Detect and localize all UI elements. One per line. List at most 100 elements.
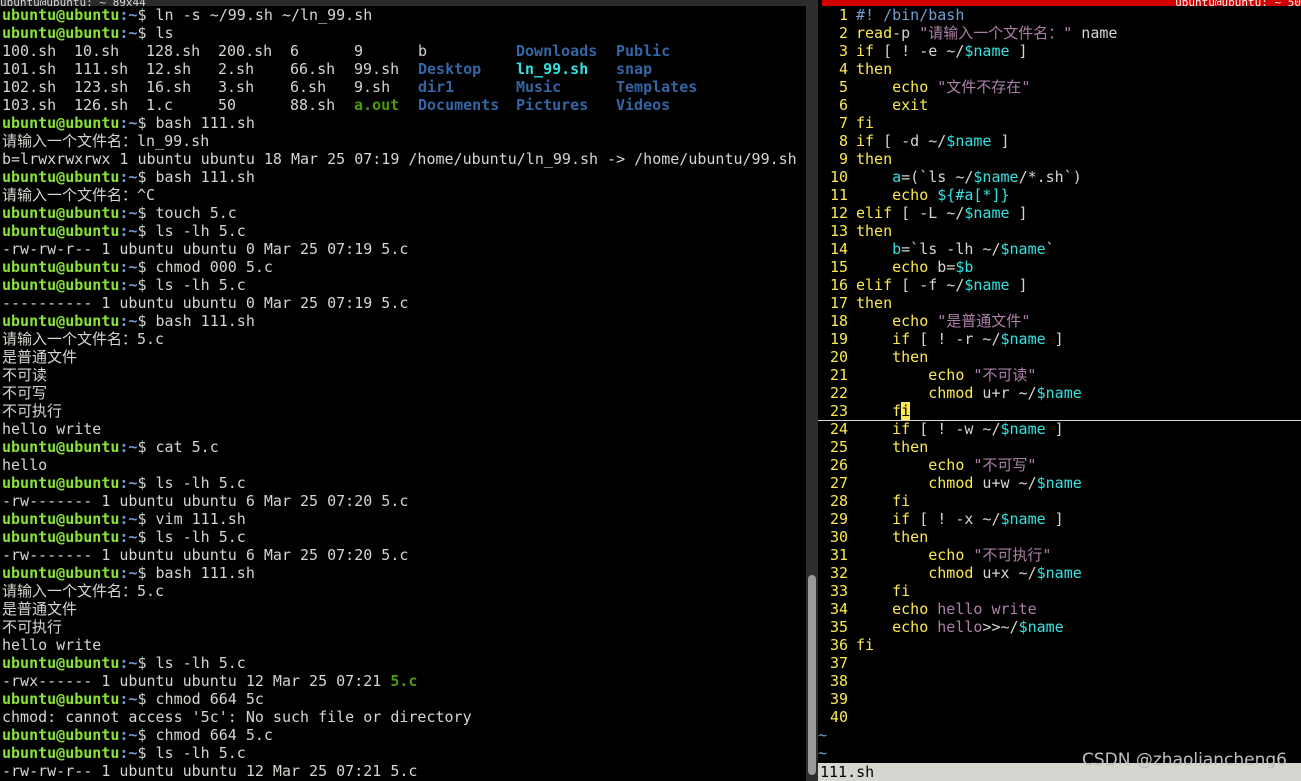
prompt-user: ubuntu@ubuntu: [2, 114, 120, 132]
prompt-user: ubuntu@ubuntu: [2, 744, 120, 762]
command-text: $ chmod 664 5.c: [137, 726, 273, 744]
code-token: echo: [892, 618, 929, 636]
line-number: 7: [838, 114, 848, 132]
vim-editor[interactable]: 1 #! /bin/bash 2 read-p "请输入一个文件名：" name 3 if…: [818, 6, 1301, 781]
command-text: $ ls: [137, 24, 174, 42]
terminal-line: 101.sh 111.sh 12.sh 2.sh 66.sh 99.sh Desktop ln…: [2, 60, 806, 78]
code-text: echo "是普通文件": [848, 312, 1030, 330]
line-number: 36: [829, 636, 848, 654]
code-text: if [ ! -w ~/$name ]: [848, 420, 1064, 438]
ls-entry: Desktop: [418, 60, 482, 78]
command-text: $ vim 111.sh: [137, 510, 246, 528]
code-token: $name: [964, 204, 1010, 222]
prompt-user: ubuntu@ubuntu: [2, 222, 120, 240]
code-token: echo: [892, 186, 929, 204]
code-token: "请输入一个文件名：": [919, 24, 1073, 42]
ls-entry: 200.sh: [218, 42, 273, 60]
code-token: $name: [1036, 474, 1082, 492]
line-number: 33: [829, 582, 848, 600]
ls-entry: 2.sh: [218, 60, 255, 78]
code-token: [ -d ~/: [874, 132, 947, 150]
line-number: 29: [829, 510, 848, 528]
code-text: fi: [848, 492, 910, 510]
code-text: elif [ -f ~/$name ]: [848, 276, 1028, 294]
left-terminal[interactable]: ubuntu@ubuntu:~$ ln -s ~/99.sh ~/ln_99.s…: [0, 6, 806, 781]
line-number: 5: [838, 78, 848, 96]
terminal-line: 不可读: [2, 366, 806, 384]
ls-entry: 9: [354, 42, 364, 60]
terminal-line: ubuntu@ubuntu:~$ chmod 664 5.c: [2, 726, 806, 744]
command-text: $ bash 111.sh: [137, 168, 255, 186]
code-token: hello: [937, 618, 983, 636]
code-token: [ ! -r ~/: [910, 330, 1001, 348]
code-token: echo: [928, 456, 965, 474]
code-line: 39: [818, 690, 1301, 708]
code-token: exit: [892, 96, 929, 114]
line-number: 37: [829, 654, 848, 672]
line-number: 20: [829, 348, 848, 366]
code-token: a: [892, 168, 902, 186]
ls-entry: 103.sh: [2, 96, 57, 114]
code-line: 8 if [ -d ~/$name ]: [818, 132, 1301, 150]
prompt-path: :~: [119, 690, 138, 708]
line-number: 21: [829, 366, 848, 384]
code-line: 29 if [ ! -x ~/$name ]: [818, 510, 1301, 528]
line-number: 13: [829, 222, 848, 240]
output-text: 是普通文件: [2, 600, 78, 618]
code-text: echo ${#a[*]}: [848, 186, 1009, 204]
code-token: ]: [1009, 276, 1028, 294]
line-number: 17: [829, 294, 848, 312]
code-line: 12 elif [ -L ~/$name ]: [818, 204, 1301, 222]
code-token: if: [892, 510, 911, 528]
code-token: b: [892, 240, 902, 258]
terminal-line: ubuntu@ubuntu:~$ ls: [2, 24, 806, 42]
line-number: 27: [829, 474, 848, 492]
output-text: ---------- 1 ubuntu ubuntu 0 Mar 25 07:1…: [2, 294, 409, 312]
code-line: 7 fi: [818, 114, 1301, 132]
prompt-path: :~: [119, 510, 138, 528]
line-number: 25: [829, 438, 848, 456]
line-number: 1: [838, 6, 848, 24]
prompt-path: :~: [119, 258, 138, 276]
terminal-line: -rw------- 1 ubuntu ubuntu 6 Mar 25 07:2…: [2, 546, 806, 564]
code-text: then: [848, 528, 928, 546]
terminal-line: ubuntu@ubuntu:~$ chmod 000 5.c: [2, 258, 806, 276]
scrollbar-thumb[interactable]: [808, 575, 816, 775]
code-text: chmod u+w ~/$name: [848, 474, 1082, 492]
code-text: if [ ! -r ~/$name ]: [848, 330, 1064, 348]
line-number: 9: [838, 150, 848, 168]
prompt-user: ubuntu@ubuntu: [2, 6, 120, 24]
prompt-user: ubuntu@ubuntu: [2, 168, 120, 186]
output-text: hello write: [2, 420, 102, 438]
line-number: 24: [829, 420, 848, 438]
command-text: $ bash 111.sh: [137, 312, 255, 330]
code-line: 27 chmod u+w ~/$name: [818, 474, 1301, 492]
code-token: if: [856, 132, 875, 150]
command-text: $ ls -lh 5.c: [137, 474, 246, 492]
code-line: 13 then: [818, 222, 1301, 240]
terminal-line: 不可执行: [2, 402, 806, 420]
code-token: f: [892, 402, 902, 420]
prompt-user: ubuntu@ubuntu: [2, 690, 120, 708]
code-text: read-p "请输入一个文件名：" name: [848, 24, 1117, 42]
code-token: then: [856, 222, 893, 240]
line-number: 15: [829, 258, 848, 276]
ls-entry: Videos: [616, 96, 671, 114]
code-line: 34 echo hello write: [818, 600, 1301, 618]
code-line: 18 echo "是普通文件": [818, 312, 1301, 330]
prompt-path: :~: [119, 204, 138, 222]
code-token: chmod: [928, 564, 974, 582]
line-number: 4: [838, 60, 848, 78]
terminal-line: ubuntu@ubuntu:~$ ls -lh 5.c: [2, 222, 806, 240]
terminal-line: -rw------- 1 ubuntu ubuntu 6 Mar 25 07:2…: [2, 492, 806, 510]
command-text: $ chmod 664 5c: [137, 690, 264, 708]
terminal-line: ubuntu@ubuntu:~$ bash 111.sh: [2, 564, 806, 582]
executable-filename: 5.c: [390, 672, 418, 690]
prompt-path: :~: [119, 744, 138, 762]
ls-entry: 123.sh: [74, 78, 129, 96]
code-token: echo: [928, 546, 965, 564]
